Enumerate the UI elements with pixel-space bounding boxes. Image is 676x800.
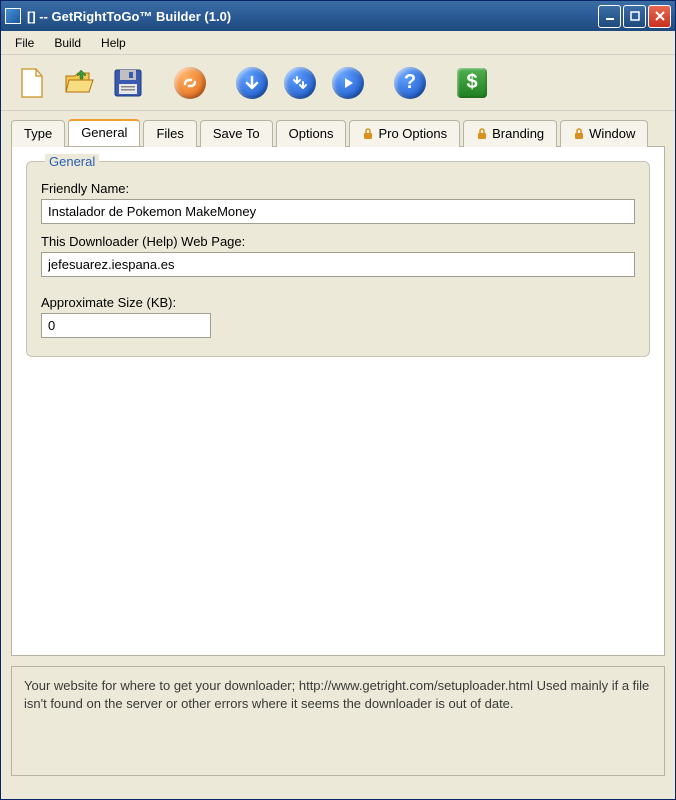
close-button[interactable] bbox=[648, 5, 671, 28]
money-button[interactable]: $ bbox=[451, 62, 493, 104]
tab-prooptions[interactable]: Pro Options bbox=[349, 120, 460, 147]
question-mark-icon: ? bbox=[394, 67, 426, 99]
webpage-input[interactable] bbox=[41, 252, 635, 277]
tab-strip: Type General Files Save To Options Pro O… bbox=[11, 119, 665, 146]
chain-link-icon bbox=[174, 67, 206, 99]
titlebar[interactable]: [] -- GetRightToGo™ Builder (1.0) bbox=[1, 1, 675, 31]
tab-window-label: Window bbox=[589, 126, 635, 141]
tab-general[interactable]: General bbox=[68, 119, 140, 146]
tab-saveto-label: Save To bbox=[213, 126, 260, 141]
app-icon bbox=[5, 8, 21, 24]
lock-icon bbox=[476, 128, 488, 140]
window-controls bbox=[598, 5, 671, 28]
minimize-button[interactable] bbox=[598, 5, 621, 28]
general-fieldset: General Friendly Name: This Downloader (… bbox=[26, 161, 650, 357]
app-window: [] -- GetRightToGo™ Builder (1.0) File B… bbox=[0, 0, 676, 800]
window-title: [] -- GetRightToGo™ Builder (1.0) bbox=[27, 9, 598, 24]
fieldset-legend: General bbox=[45, 154, 99, 169]
menu-help[interactable]: Help bbox=[91, 33, 136, 53]
folder-open-icon bbox=[63, 68, 97, 98]
tab-files[interactable]: Files bbox=[143, 120, 196, 147]
status-text: Your website for where to get your downl… bbox=[24, 678, 649, 711]
play-icon bbox=[332, 67, 364, 99]
tab-type[interactable]: Type bbox=[11, 120, 65, 147]
webpage-label: This Downloader (Help) Web Page: bbox=[41, 234, 635, 249]
dollar-sign-icon: $ bbox=[457, 68, 487, 98]
tab-panel-general: General Friendly Name: This Downloader (… bbox=[11, 146, 665, 656]
friendly-name-input[interactable] bbox=[41, 199, 635, 224]
menubar: File Build Help bbox=[1, 31, 675, 55]
maximize-button[interactable] bbox=[623, 5, 646, 28]
tab-branding[interactable]: Branding bbox=[463, 120, 557, 147]
double-arrow-down-icon bbox=[284, 67, 316, 99]
tab-window[interactable]: Window bbox=[560, 120, 648, 147]
tab-type-label: Type bbox=[24, 126, 52, 141]
friendly-name-label: Friendly Name: bbox=[41, 181, 635, 196]
menu-build[interactable]: Build bbox=[44, 33, 91, 53]
open-button[interactable] bbox=[59, 62, 101, 104]
tab-prooptions-label: Pro Options bbox=[378, 126, 447, 141]
new-button[interactable] bbox=[11, 62, 53, 104]
floppy-save-icon bbox=[112, 67, 144, 99]
help-button[interactable]: ? bbox=[389, 62, 431, 104]
tab-options[interactable]: Options bbox=[276, 120, 347, 147]
status-panel: Your website for where to get your downl… bbox=[11, 666, 665, 776]
download-button[interactable] bbox=[231, 62, 273, 104]
tab-files-label: Files bbox=[156, 126, 183, 141]
toolbar: ? $ bbox=[1, 55, 675, 111]
size-input[interactable] bbox=[41, 313, 211, 338]
tab-area: Type General Files Save To Options Pro O… bbox=[1, 111, 675, 656]
play-button[interactable] bbox=[327, 62, 369, 104]
lock-icon bbox=[362, 128, 374, 140]
save-button[interactable] bbox=[107, 62, 149, 104]
size-label: Approximate Size (KB): bbox=[41, 295, 635, 310]
menu-file[interactable]: File bbox=[5, 33, 44, 53]
tab-general-label: General bbox=[81, 125, 127, 140]
download-all-button[interactable] bbox=[279, 62, 321, 104]
link-button[interactable] bbox=[169, 62, 211, 104]
tab-branding-label: Branding bbox=[492, 126, 544, 141]
file-new-icon bbox=[17, 66, 47, 100]
tab-saveto[interactable]: Save To bbox=[200, 120, 273, 147]
lock-icon bbox=[573, 128, 585, 140]
arrow-down-icon bbox=[236, 67, 268, 99]
tab-options-label: Options bbox=[289, 126, 334, 141]
